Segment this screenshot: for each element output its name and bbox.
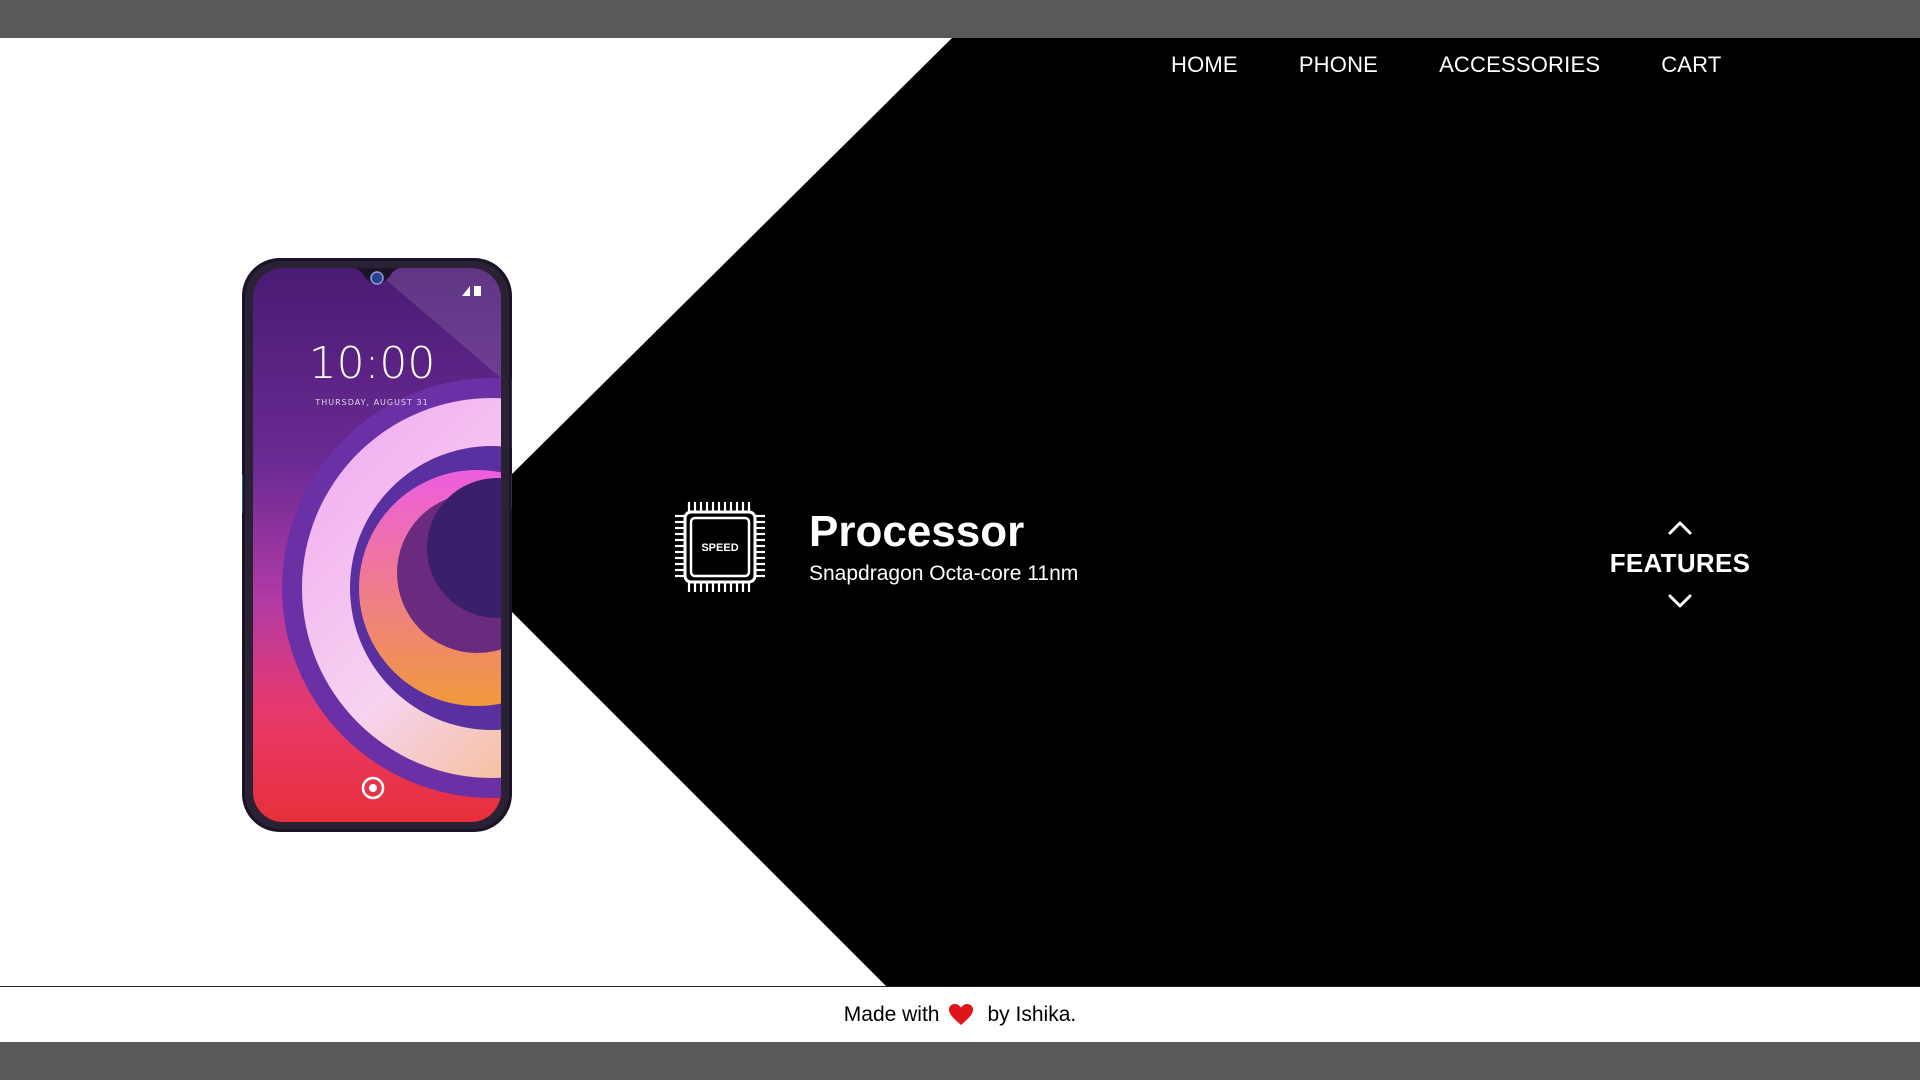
feature-block: SPEED Processor Snapdragon Octa-core 11n…: [671, 498, 1078, 596]
nav-phone[interactable]: PHONE: [1299, 52, 1378, 78]
chevron-up-icon[interactable]: [1666, 518, 1694, 538]
nav-accessories[interactable]: ACCESSORIES: [1439, 52, 1600, 78]
feature-title: Processor: [809, 507, 1025, 556]
feature-text: Processor Snapdragon Octa-core 11nm: [809, 506, 1078, 588]
processor-chip-icon: SPEED: [675, 502, 765, 592]
features-label: FEATURES: [1609, 548, 1751, 578]
footer: Made with by Ishika.: [0, 986, 1920, 1042]
phone-date: THURSDAY, AUGUST 31: [314, 398, 428, 407]
chevron-down-icon[interactable]: [1666, 591, 1694, 611]
phone-clock: 10:00: [309, 338, 436, 389]
footer-suffix: by Ishika.: [987, 1002, 1077, 1026]
phone-image: 10:00 THURSDAY, AUGUST 31: [242, 258, 512, 832]
feature-subtitle: Snapdragon Octa-core 11nm: [809, 562, 1079, 585]
top-nav: HOME PHONE ACCESSORIES CART: [1150, 52, 1722, 78]
footer-prefix: Made with: [843, 1002, 940, 1026]
page-frame: HOME PHONE ACCESSORIES CART 10:00 THURSD…: [0, 38, 1920, 1042]
nav-cart[interactable]: CART: [1661, 52, 1721, 78]
chip-label: SPEED: [701, 542, 738, 554]
features-navigator: FEATURES: [1600, 518, 1760, 611]
hero-section: HOME PHONE ACCESSORIES CART 10:00 THURSD…: [0, 38, 1920, 986]
nav-home[interactable]: HOME: [1171, 52, 1238, 78]
heart-icon: [948, 1003, 973, 1025]
